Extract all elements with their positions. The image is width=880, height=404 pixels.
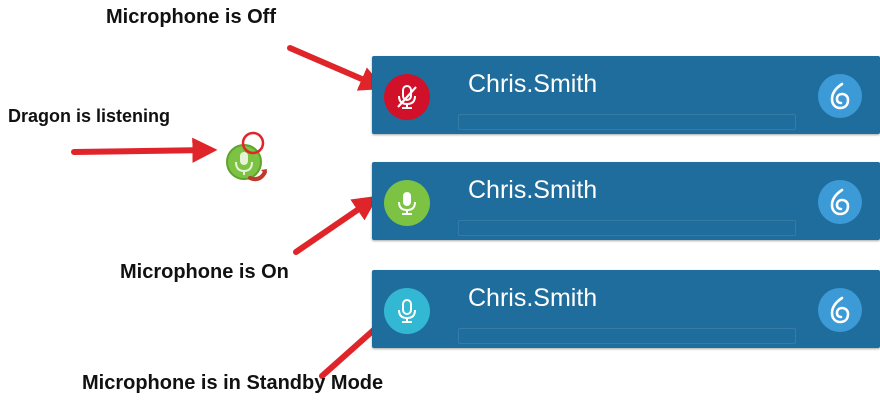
recognition-text-field — [458, 328, 796, 344]
user-name: Chris.Smith — [468, 70, 598, 98]
microphone-icon[interactable] — [384, 180, 430, 226]
recognition-text-field — [458, 114, 796, 130]
dragon-bar-mic-standby: Chris.Smith — [372, 270, 880, 348]
user-name: Chris.Smith — [468, 176, 598, 204]
dragon-bar-mic-on: Chris.Smith — [372, 162, 880, 240]
arrow-to-mic-off — [287, 45, 385, 91]
dragon-bar-mic-off: Chris.Smith — [372, 56, 880, 134]
caption-mic-standby: Microphone is in Standby Mode — [82, 372, 384, 394]
dragon-flame-icon[interactable] — [818, 74, 862, 118]
caption-mic-off: Microphone is Off — [106, 6, 276, 28]
dragon-flame-icon[interactable] — [818, 180, 862, 224]
arrow-to-mic-on — [293, 195, 379, 255]
arrow-to-listening — [71, 137, 218, 163]
microphone-muted-icon[interactable] — [384, 74, 430, 120]
caption-mic-on: Microphone is On — [120, 261, 289, 283]
microphone-standby-icon[interactable] — [384, 288, 430, 334]
dragon-flame-icon[interactable] — [818, 288, 862, 332]
recognition-text-field — [458, 220, 796, 236]
caption-dragon-listening: Dragon is listening — [8, 106, 171, 126]
user-name: Chris.Smith — [468, 284, 598, 312]
dragon-listening-icon[interactable] — [220, 128, 280, 190]
